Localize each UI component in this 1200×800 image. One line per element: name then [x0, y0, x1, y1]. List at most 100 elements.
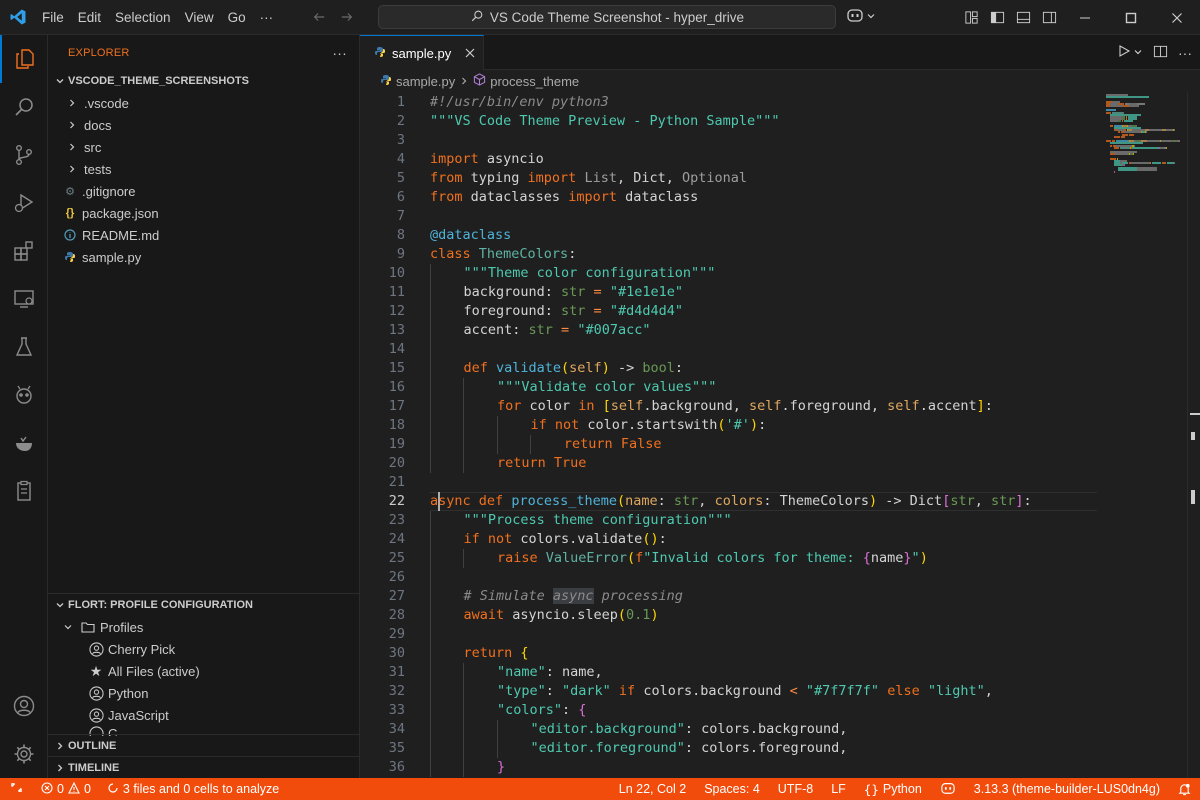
tab-sample-py[interactable]: sample.py: [360, 35, 484, 70]
tree-item-src[interactable]: src: [48, 136, 359, 158]
tree-item-sample-py[interactable]: sample.py: [48, 246, 359, 268]
back-arrow-icon[interactable]: [308, 6, 330, 28]
analysis-status[interactable]: 3 files and 0 cells to analyze: [99, 778, 287, 800]
profiles-group[interactable]: Profiles: [48, 616, 360, 638]
notifications-bell-icon[interactable]: [1169, 778, 1200, 800]
minimize-icon[interactable]: [1062, 0, 1108, 35]
code-line: 28 await asyncio.sleep(0.1): [360, 606, 1200, 625]
copilot-menu[interactable]: [846, 7, 876, 26]
close-window-icon[interactable]: [1154, 0, 1200, 35]
explorer-icon[interactable]: [0, 35, 48, 83]
remote-explorer-icon[interactable]: [0, 275, 48, 323]
code-line: 9 class ThemeColors:: [360, 245, 1200, 264]
copilot-status[interactable]: [931, 778, 965, 800]
line-number: 18: [388, 417, 405, 433]
overview-ruler-marker: [1190, 413, 1200, 415]
minimap-token: [1167, 162, 1174, 165]
vscode-logo-icon: [0, 0, 35, 35]
tree-item-readme[interactable]: README.md: [48, 224, 359, 246]
customize-layout-icon[interactable]: [958, 0, 984, 35]
profile-javascript[interactable]: JavaScript: [48, 704, 360, 726]
code-text: raise ValueError(f"Invalid colors for th…: [497, 549, 928, 568]
more-actions-icon[interactable]: ···: [1178, 45, 1192, 61]
code-line: 3: [360, 131, 1200, 150]
collapsed-sections: OUTLINE TIMELINE: [48, 734, 360, 778]
menu-selection[interactable]: Selection: [108, 0, 178, 35]
code-token: .accent: [919, 398, 977, 414]
command-center-search[interactable]: VS Code Theme Screenshot - hyper_drive: [378, 5, 836, 29]
remote-indicator[interactable]: [0, 778, 33, 800]
code-token: validate: [496, 360, 562, 376]
outline-section-header[interactable]: OUTLINE: [48, 734, 360, 756]
code-token: """VS Code Theme Preview - Python Sample…: [430, 113, 780, 129]
toggle-primary-sidebar-icon[interactable]: [984, 0, 1010, 35]
testing-flask-icon[interactable]: [0, 323, 48, 371]
indentation[interactable]: Spaces: 4: [695, 778, 769, 800]
extensions-icon[interactable]: [0, 227, 48, 275]
source-control-icon[interactable]: [0, 131, 48, 179]
minimap[interactable]: [1097, 92, 1187, 778]
split-editor-icon[interactable]: [1153, 44, 1168, 62]
language-mode[interactable]: {} Python: [855, 778, 931, 800]
chevron-down-icon[interactable]: [1133, 45, 1143, 60]
views-more-actions[interactable]: ···: [332, 45, 347, 61]
workspace-section-header[interactable]: VSCODE_THEME_SCREENSHOTS: [48, 70, 359, 92]
code-token: "editor.foreground": [530, 740, 685, 756]
end-of-line[interactable]: LF: [822, 778, 855, 800]
platformio-alien-icon[interactable]: [0, 371, 48, 419]
explorer-sidebar: EXPLORER ··· VSCODE_THEME_SCREENSHOTS .v…: [48, 35, 360, 778]
breadcrumb-symbol[interactable]: process_theme: [490, 74, 579, 89]
code-token: :: [512, 322, 529, 338]
code-text: "editor.foreground": colors.foreground,: [530, 739, 847, 758]
timeline-section-header[interactable]: TIMELINE: [48, 756, 360, 778]
code-token: 0.1: [626, 607, 651, 623]
forward-arrow-icon[interactable]: [336, 6, 358, 28]
tree-item-label: .gitignore: [82, 183, 136, 199]
menu-view[interactable]: View: [178, 0, 221, 35]
line-number: 3: [396, 132, 405, 148]
code-line: 35 "editor.foreground": colors.foreground…: [360, 739, 1200, 758]
accounts-icon[interactable]: [0, 682, 48, 730]
tree-item-gitignore[interactable]: ⚙ .gitignore: [48, 180, 359, 202]
menu-file[interactable]: File: [35, 0, 71, 35]
maximize-icon[interactable]: [1108, 0, 1154, 35]
menu-edit[interactable]: Edit: [71, 0, 108, 35]
toggle-panel-icon[interactable]: [1010, 0, 1036, 35]
flort-section-header[interactable]: FLORT: PROFILE CONFIGURATION: [48, 594, 360, 616]
run-debug-icon[interactable]: [0, 179, 48, 227]
menu-go[interactable]: Go: [221, 0, 253, 35]
code-token: from: [430, 170, 463, 186]
line-number: 26: [388, 569, 405, 585]
manage-gear-icon[interactable]: [0, 730, 48, 778]
search-view-icon[interactable]: [0, 83, 48, 131]
profile-cherry-pick[interactable]: Cherry Pick: [48, 638, 360, 660]
star-icon: ★: [89, 662, 103, 679]
code-editor[interactable]: 1 #!/usr/bin/env python3 2 """VS Code Theme…: [360, 92, 1200, 778]
problems-indicator[interactable]: 0 0: [33, 778, 99, 800]
code-token: (): [642, 531, 659, 547]
close-tab-icon[interactable]: [465, 46, 475, 61]
run-python-icon[interactable]: [1117, 44, 1131, 61]
code-token: ): [601, 360, 610, 376]
python-interpreter[interactable]: 3.13.3 (theme-builder-LUS0dn4g): [965, 778, 1169, 800]
profile-all-files[interactable]: ★ All Files (active): [48, 660, 360, 682]
cursor-position[interactable]: Ln 22, Col 2: [610, 778, 695, 800]
breadcrumb-file[interactable]: sample.py: [396, 74, 455, 89]
tree-item-vscode[interactable]: .vscode: [48, 92, 359, 114]
tree-item-package-json[interactable]: {} package.json: [48, 202, 359, 224]
docker-icon[interactable]: [0, 419, 48, 467]
tree-item-docs[interactable]: docs: [48, 114, 359, 136]
profile-label: All Files (active): [108, 663, 200, 679]
clipboard-icon[interactable]: [0, 467, 48, 515]
minimap-token: [1115, 153, 1129, 156]
code-line: 24 if not colors.validate():: [360, 530, 1200, 549]
toggle-secondary-sidebar-icon[interactable]: [1036, 0, 1062, 35]
profile-python[interactable]: Python: [48, 682, 360, 704]
code-text: if not color.startswith('#'):: [530, 416, 766, 435]
tree-item-tests[interactable]: tests: [48, 158, 359, 180]
editor-scrollbar[interactable]: [1187, 92, 1200, 778]
menu-more[interactable]: ···: [253, 0, 281, 35]
encoding[interactable]: UTF-8: [769, 778, 822, 800]
